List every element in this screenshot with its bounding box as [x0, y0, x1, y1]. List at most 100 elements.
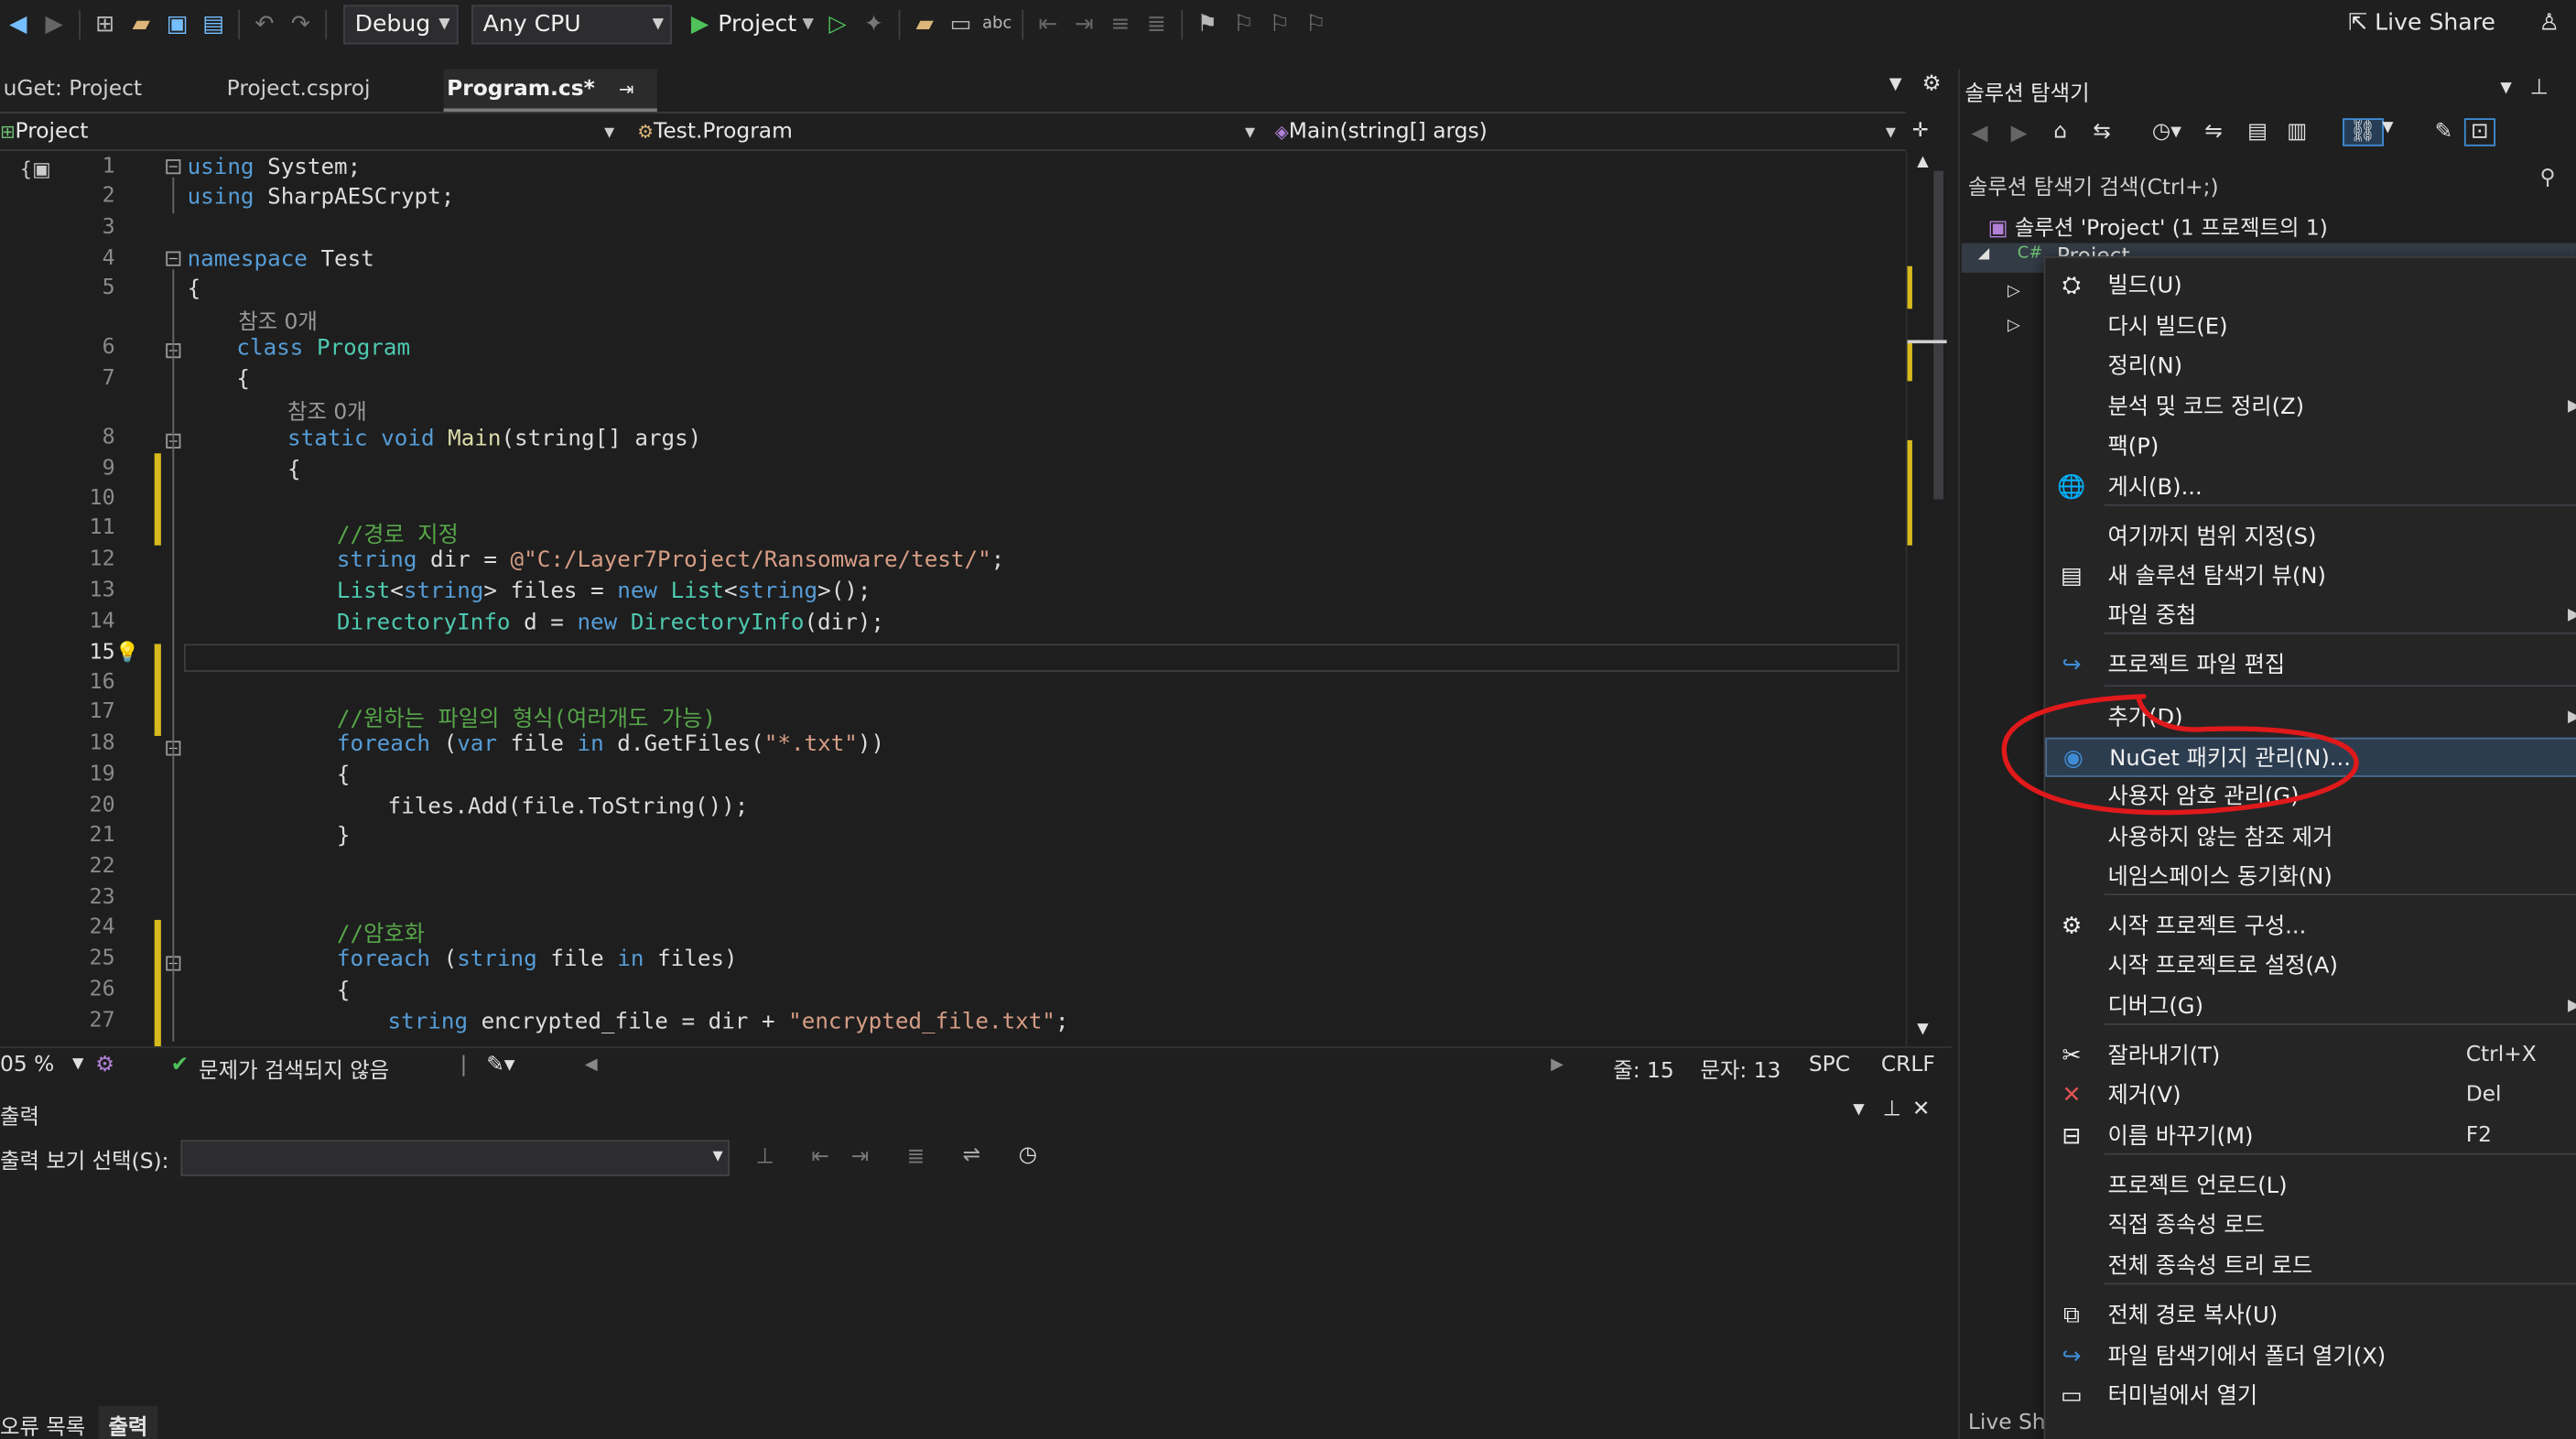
clock-icon[interactable]: ◷	[1019, 1143, 1037, 1168]
save-icon[interactable]: ▣	[159, 2, 195, 48]
fold-toggle[interactable]: −	[166, 159, 181, 175]
live-share-button[interactable]: ⇱ Live Share ♙	[2348, 10, 2560, 37]
context-menu-item[interactable]: 다시 빌드(E)	[2045, 308, 2576, 347]
context-menu-item[interactable]: ⧉ 전체 경로 복사(U)	[2045, 1296, 2576, 1336]
context-menu-item[interactable]: 🌐 게시(B)...	[2045, 468, 2576, 507]
code-editor[interactable]: {▣ 1 2 3 4 5 6 7 8 9 10 11 12 13 14 15 16 17 18 19 20 21 22 23…	[0, 151, 1906, 1047]
output-source-dropdown[interactable]: ▼	[180, 1140, 730, 1176]
brush-icon[interactable]: ✎▾	[486, 1053, 514, 1077]
spellcheck-icon[interactable]: abc	[979, 2, 1014, 48]
context-menu-item[interactable]: 파일 중첩 ▶	[2045, 596, 2575, 635]
line-ending-indicator[interactable]: CRLF	[1881, 1053, 1935, 1077]
output-content[interactable]	[0, 1183, 1952, 1403]
context-menu-item[interactable]: ⊟ 이름 바꾸기(M) F2	[2045, 1117, 2576, 1156]
context-menu-item[interactable]: ⚙ 시작 프로젝트 구성...	[2045, 907, 2576, 947]
pin-icon[interactable]: ⇥	[619, 79, 634, 100]
scroll-left-icon[interactable]: ◀	[585, 1056, 598, 1075]
context-menu-item[interactable]: ▤ 새 솔루션 탐색기 뷰(N)	[2045, 557, 2576, 596]
expand-arrow-icon[interactable]: ▷	[2008, 283, 2020, 301]
word-wrap-icon[interactable]: ⇌	[963, 1143, 981, 1168]
chevron-down-icon[interactable]: ▼	[796, 2, 819, 48]
tab-error-list[interactable]: 오류 목록	[0, 1410, 85, 1439]
context-menu-item[interactable]: ↪ 파일 탐색기에서 폴더 열기(X)	[2045, 1337, 2576, 1377]
redo-icon[interactable]: ↷	[283, 2, 319, 48]
solution-explorer-search[interactable]: 솔루션 탐색기 검색(Ctrl+;) ⚲	[1958, 164, 2576, 200]
copilot-icon[interactable]: ⚙	[95, 1053, 114, 1077]
save-all-icon[interactable]: ▤	[196, 2, 232, 48]
tab-program-cs[interactable]: Program.cs* ⇥ ✕	[443, 69, 657, 143]
account-icon[interactable]: ♙	[2538, 10, 2560, 37]
chevron-down-icon[interactable]: ▼	[1853, 1102, 1864, 1119]
member-dropdown[interactable]: ◈Main(string[] args) ▼	[1275, 118, 1900, 147]
show-active-file-icon[interactable]: ⛓	[2343, 118, 2384, 146]
codelens-references[interactable]: 참조 0개	[287, 395, 367, 426]
start-debug-icon[interactable]: ▶	[682, 2, 718, 48]
context-menu-item[interactable]: 전체 종속성 트리 로드	[2045, 1247, 2576, 1286]
back-icon[interactable]: ◀	[1972, 122, 1988, 146]
expand-arrow-icon[interactable]: ▷	[2008, 317, 2020, 335]
pin-icon[interactable]: ⊥	[2530, 76, 2549, 101]
chevron-down-icon[interactable]: ▼	[2500, 81, 2511, 97]
scroll-right-icon[interactable]: ▶	[1551, 1056, 1564, 1075]
properties-wrench-icon[interactable]: ✎	[2435, 120, 2453, 145]
home-icon[interactable]: ⌂	[2053, 120, 2067, 145]
fold-toggle[interactable]: −	[166, 251, 181, 266]
comment-icon[interactable]: ≡	[1102, 2, 1138, 48]
context-menu-item[interactable]: ⛭ 빌드(U)	[2045, 266, 2576, 306]
close-icon[interactable]: ✕	[1912, 1098, 1931, 1122]
prev-bookmark-icon[interactable]: ⚐	[1226, 2, 1261, 48]
platform-dropdown[interactable]: Any CPU ▼	[471, 5, 672, 45]
context-menu-item[interactable]: ✕ 제거(V) Del	[2045, 1076, 2576, 1115]
scroll-down-icon[interactable]: ▼	[1917, 1022, 1928, 1038]
uncomment-icon[interactable]: ≣	[1138, 2, 1174, 48]
whitespace-indicator[interactable]: SPC	[1809, 1053, 1850, 1077]
zoom-level[interactable]: 05 %	[0, 1053, 54, 1077]
collapse-all-icon[interactable]: ▤	[2247, 120, 2268, 145]
open-folder-icon[interactable]: ▰	[124, 2, 159, 48]
line-indicator[interactable]: 줄: 15	[1613, 1053, 1673, 1084]
scrollbar-thumb[interactable]	[1933, 170, 1944, 500]
back-icon[interactable]: ◀	[0, 2, 36, 48]
chevron-down-icon[interactable]: ▼	[2382, 120, 2393, 136]
live-share-tab[interactable]: Live Sh	[1968, 1411, 2046, 1435]
new-project-icon[interactable]: ⊞	[87, 2, 123, 48]
clear-bookmark-icon[interactable]: ⚐	[1298, 2, 1334, 48]
run-target-label[interactable]: Project	[718, 12, 796, 38]
next-bookmark-icon[interactable]: ⚐	[1261, 2, 1297, 48]
forward-icon[interactable]: ▶	[36, 2, 71, 48]
context-menu-item[interactable]: 팩(P)	[2045, 427, 2576, 467]
tab-nuget-project[interactable]: uGet: Project	[0, 69, 211, 110]
column-indicator[interactable]: 문자: 13	[1700, 1053, 1780, 1084]
scroll-up-icon[interactable]: ▲	[1917, 155, 1928, 171]
context-menu-item[interactable]: 정리(N)	[2045, 347, 2576, 386]
window-layout-icon[interactable]: ▭	[943, 2, 979, 48]
hot-reload-icon[interactable]: ✦	[856, 2, 892, 48]
bookmark-icon[interactable]: ⚑	[1189, 2, 1225, 48]
context-menu-item[interactable]: ↪ 프로젝트 파일 편집	[2045, 645, 2576, 685]
chevron-down-icon[interactable]: ▼	[72, 1056, 83, 1073]
show-all-files-icon[interactable]: ▥	[2287, 120, 2307, 145]
outdent-icon[interactable]: ⇥	[1066, 2, 1102, 48]
lightbulb-icon[interactable]: 💡	[115, 641, 140, 664]
next-message-icon[interactable]: ⇥	[851, 1145, 870, 1170]
configuration-dropdown[interactable]: Debug ▼	[343, 5, 459, 45]
expand-arrow-icon[interactable]: ◢	[1978, 246, 1989, 263]
project-dropdown[interactable]: ⊞Project ▼	[0, 118, 618, 147]
sync-icon[interactable]: ⇋	[2204, 120, 2223, 145]
preview-icon[interactable]: ⊡	[2463, 118, 2495, 146]
gear-icon[interactable]: ⚙	[1922, 72, 1942, 97]
find-in-output-icon[interactable]: ⊥	[756, 1145, 774, 1170]
context-menu-item[interactable]: 직접 종속성 로드	[2045, 1206, 2576, 1245]
pin-icon[interactable]: ⊥	[1883, 1098, 1901, 1122]
issues-status[interactable]: 문제가 검색되지 않음	[199, 1053, 389, 1084]
forward-icon[interactable]: ▶	[2011, 122, 2028, 146]
solution-node[interactable]: ▣ 솔루션 'Project' (1 프로젝트의 1)	[1987, 211, 2327, 242]
pending-changes-icon[interactable]: ◷▾	[2152, 120, 2181, 145]
context-menu-item[interactable]: ▭ 터미널에서 열기	[2045, 1377, 2576, 1416]
type-dropdown[interactable]: ⚙Test.Program ▼	[637, 118, 1258, 147]
switch-views-icon[interactable]: ⇆	[2093, 120, 2111, 145]
context-menu-item[interactable]: 여기까지 범위 지정(S)	[2045, 517, 2576, 557]
tab-project-csproj[interactable]: Project.csproj	[223, 69, 437, 110]
context-menu-item[interactable]: 디버그(G) ▶	[2045, 987, 2575, 1026]
tab-overflow-icon[interactable]: ▼	[1889, 76, 1902, 94]
